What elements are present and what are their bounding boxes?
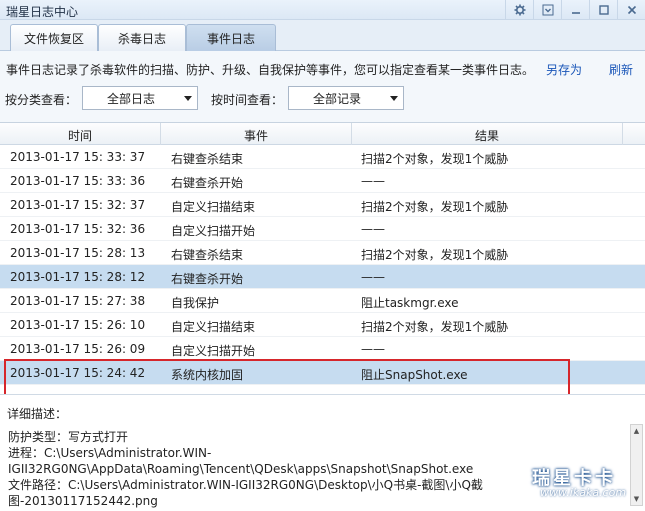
cell-event: 自定义扫描开始: [171, 224, 256, 238]
refresh-link[interactable]: 刷新: [609, 61, 633, 78]
table-header: 时间 事件 结果: [0, 123, 645, 145]
cell-time: 2013-01-17 15: 26: 09: [10, 342, 146, 356]
chevron-down-icon: [385, 95, 403, 101]
cell-result: 扫描2个对象，发现1个威胁: [361, 152, 509, 166]
title-bar: 瑞星日志中心: [0, 0, 645, 20]
table-row[interactable]: 2013-01-17 15: 33: 36 右键查杀开始 ——: [0, 169, 645, 193]
watermark-site: www.ikaka.com: [540, 486, 627, 499]
table-row[interactable]: 2013-01-17 15: 26: 09 自定义扫描开始 ——: [0, 337, 645, 361]
tab-antivirus-log[interactable]: 杀毒日志: [98, 24, 186, 51]
cell-result: ——: [361, 222, 385, 236]
column-header-event[interactable]: 事件: [161, 127, 351, 144]
cell-result: 扫描2个对象，发现1个威胁: [361, 248, 509, 262]
cell-result: ——: [361, 270, 385, 284]
chevron-down-icon: [179, 95, 197, 101]
cell-time: 2013-01-17 15: 24: 42: [10, 366, 146, 380]
window-controls: [505, 0, 645, 20]
cell-time: 2013-01-17 15: 28: 12: [10, 270, 146, 284]
tab-bar: 文件恢复区 杀毒日志 事件日志: [0, 20, 645, 51]
table-body: 2013-01-17 15: 33: 37 右键查杀结束 扫描2个对象，发现1个威胁…: [0, 145, 645, 385]
minimize-icon[interactable]: [561, 0, 589, 20]
cell-event: 右键查杀开始: [171, 272, 244, 286]
category-filter-label: 按分类查看：: [5, 93, 78, 107]
cell-event: 系统内核加固: [171, 368, 244, 382]
cell-result: 阻止taskmgr.exe: [361, 296, 459, 310]
maximize-icon[interactable]: [589, 0, 617, 20]
cell-result: 扫描2个对象，发现1个威胁: [361, 200, 509, 214]
cell-time: 2013-01-17 15: 33: 36: [10, 174, 146, 188]
cell-event: 自我保护: [171, 296, 220, 310]
detail-label: 详细描述：: [7, 407, 68, 421]
event-log-table: 时间 事件 结果 2013-01-17 15: 33: 37 右键查杀结束 扫描2个…: [0, 122, 645, 394]
cell-event: 自定义扫描结束: [171, 200, 256, 214]
table-row[interactable]: 2013-01-17 15: 28: 12 右键查杀开始 ——: [0, 265, 645, 289]
scroll-up-icon[interactable]: ▲: [631, 425, 642, 437]
column-header-result[interactable]: 结果: [352, 127, 622, 144]
page-description: 事件日志记录了杀毒软件的扫描、防护、升级、自我保护等事件，您可以指定查看某一类事…: [6, 63, 535, 77]
close-icon[interactable]: [617, 0, 645, 20]
time-select[interactable]: 全部记录: [288, 86, 404, 110]
time-select-value: 全部记录: [312, 91, 361, 106]
watermark-logo: 瑞星卡卡 www.ikaka.com: [528, 464, 638, 506]
cell-time: 2013-01-17 15: 26: 10: [10, 318, 146, 332]
cell-time: 2013-01-17 15: 27: 38: [10, 294, 146, 308]
cell-event: 自定义扫描结束: [171, 320, 256, 334]
tab-file-recovery[interactable]: 文件恢复区: [10, 24, 98, 51]
cell-result: 阻止SnapShot.exe: [361, 368, 468, 382]
cell-time: 2013-01-17 15: 33: 37: [10, 150, 146, 164]
cell-event: 右键查杀开始: [171, 176, 244, 190]
cell-time: 2013-01-17 15: 32: 37: [10, 198, 146, 212]
cell-time: 2013-01-17 15: 28: 13: [10, 246, 146, 260]
time-filter-label: 按时间查看：: [211, 93, 284, 107]
table-row[interactable]: 2013-01-17 15: 26: 10 自定义扫描结束 扫描2个对象，发现1个威…: [0, 313, 645, 337]
detail-line-protection-type: 防护类型：写方式打开: [8, 430, 129, 444]
save-as-link[interactable]: 另存为: [546, 61, 582, 78]
gear-icon[interactable]: [505, 0, 533, 20]
table-row[interactable]: 2013-01-17 15: 27: 38 自我保护 阻止taskmgr.exe: [0, 289, 645, 313]
cell-result: 扫描2个对象，发现1个威胁: [361, 320, 509, 334]
category-select[interactable]: 全部日志: [82, 86, 198, 110]
cell-result: ——: [361, 174, 385, 188]
table-row[interactable]: 2013-01-17 15: 32: 36 自定义扫描开始 ——: [0, 217, 645, 241]
category-select-value: 全部日志: [106, 91, 155, 106]
menu-icon[interactable]: [533, 0, 561, 20]
tab-event-log[interactable]: 事件日志: [186, 24, 276, 51]
window-title: 瑞星日志中心: [6, 5, 79, 19]
cell-event: 右键查杀结束: [171, 248, 244, 262]
cell-time: 2013-01-17 15: 32: 36: [10, 222, 146, 236]
cell-event: 右键查杀结束: [171, 152, 244, 166]
cell-result: ——: [361, 342, 385, 356]
column-header-time[interactable]: 时间: [0, 127, 160, 144]
cell-event: 自定义扫描开始: [171, 344, 256, 358]
table-row[interactable]: 2013-01-17 15: 24: 42 系统内核加固 阻止SnapShot.ex…: [0, 361, 645, 385]
table-row[interactable]: 2013-01-17 15: 33: 37 右键查杀结束 扫描2个对象，发现1个威胁: [0, 145, 645, 169]
table-row[interactable]: 2013-01-17 15: 28: 13 右键查杀结束 扫描2个对象，发现1个威胁: [0, 241, 645, 265]
column-divider: [622, 123, 623, 145]
table-row[interactable]: 2013-01-17 15: 32: 37 自定义扫描结束 扫描2个对象，发现1个威…: [0, 193, 645, 217]
